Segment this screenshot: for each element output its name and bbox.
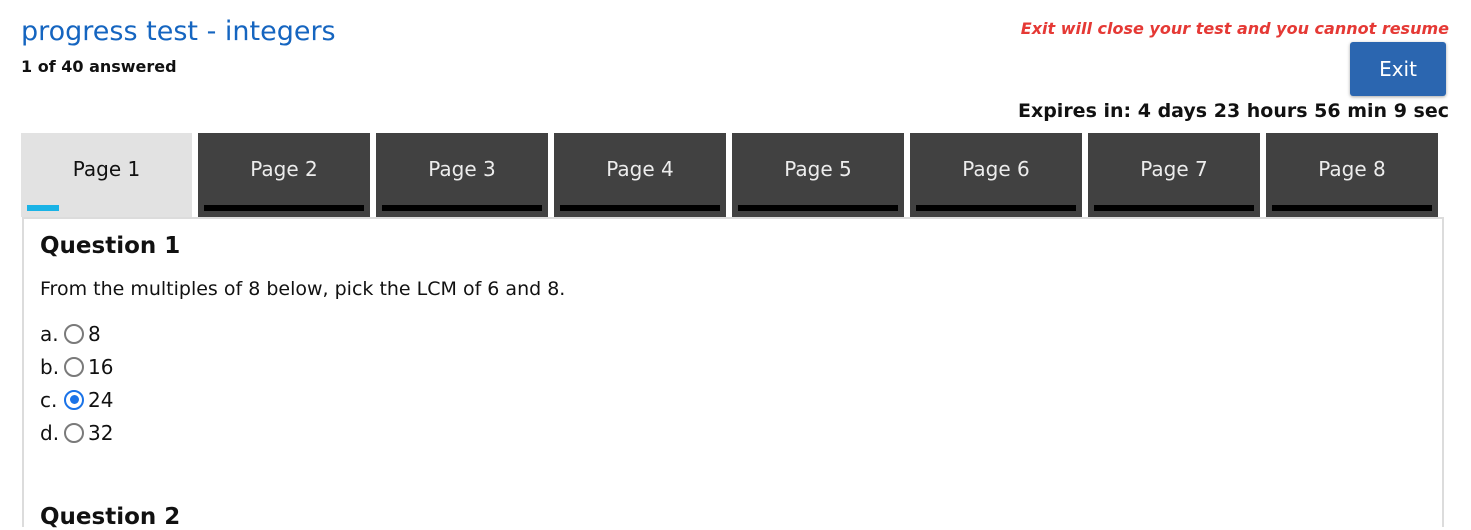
answer-option[interactable]: d. 32 [40, 416, 113, 449]
tab-label: Page 7 [1140, 157, 1208, 181]
option-value: 24 [88, 387, 114, 412]
option-value: 8 [88, 321, 101, 346]
tab-page-1[interactable]: Page 1 [21, 133, 192, 217]
exit-button[interactable]: Exit [1350, 42, 1446, 96]
tab-progress-bar [1094, 205, 1254, 211]
tab-page-4[interactable]: Page 4 [554, 133, 726, 217]
tab-label: Page 2 [250, 157, 318, 181]
tab-page-6[interactable]: Page 6 [910, 133, 1082, 217]
page-tabs: Page 1 Page 2 Page 3 Page 4 Page 5 Page … [21, 133, 1447, 217]
tab-page-2[interactable]: Page 2 [198, 133, 370, 217]
answered-count: 1 of 40 answered [21, 57, 177, 76]
option-value: 32 [88, 420, 114, 445]
tab-progress-bar [560, 205, 720, 211]
exit-warning: Exit will close your test and you cannot… [1020, 19, 1449, 38]
question-title: Question 2 [40, 504, 181, 530]
option-letter: a. [40, 321, 59, 346]
option-letter: b. [40, 354, 60, 379]
tab-label: Page 3 [428, 157, 496, 181]
radio-button[interactable] [64, 422, 84, 443]
tab-page-5[interactable]: Page 5 [732, 133, 904, 217]
answer-option[interactable]: a. 8 [40, 317, 113, 350]
tab-page-7[interactable]: Page 7 [1088, 133, 1260, 217]
tab-label: Page 5 [784, 157, 852, 181]
tab-label: Page 6 [962, 157, 1030, 181]
radio-button[interactable] [64, 323, 84, 344]
tab-progress-bar [738, 205, 898, 211]
question-panel: Question 1 From the multiples of 8 below… [22, 217, 1444, 530]
expiry-timer: Expires in: 4 days 23 hours 56 min 9 sec [1017, 100, 1449, 122]
option-letter: d. [40, 420, 60, 445]
tab-page-3[interactable]: Page 3 [376, 133, 548, 217]
tab-label: Page 1 [72, 157, 141, 181]
radio-button[interactable] [64, 389, 84, 410]
question-title: Question 1 [40, 233, 181, 259]
option-letter: c. [40, 387, 58, 412]
page-title: progress test - integers [21, 16, 336, 47]
question-text: From the multiples of 8 below, pick the … [40, 278, 566, 300]
answer-option[interactable]: c. 24 [40, 383, 113, 416]
tab-progress-bar [27, 205, 186, 211]
answer-option[interactable]: b. 16 [40, 350, 113, 383]
answer-options: a. 8 b. 16 c. 24 d. 32 [40, 317, 113, 449]
tab-label: Page 4 [606, 157, 674, 181]
tab-label: Page 8 [1318, 157, 1386, 181]
tab-progress-bar [204, 205, 364, 211]
option-value: 16 [88, 354, 114, 379]
tab-progress-fill [27, 205, 59, 211]
radio-button[interactable] [64, 356, 84, 377]
tab-page-8[interactable]: Page 8 [1266, 133, 1438, 217]
tab-progress-bar [1272, 205, 1432, 211]
tab-progress-bar [382, 205, 542, 211]
tab-progress-bar [916, 205, 1076, 211]
